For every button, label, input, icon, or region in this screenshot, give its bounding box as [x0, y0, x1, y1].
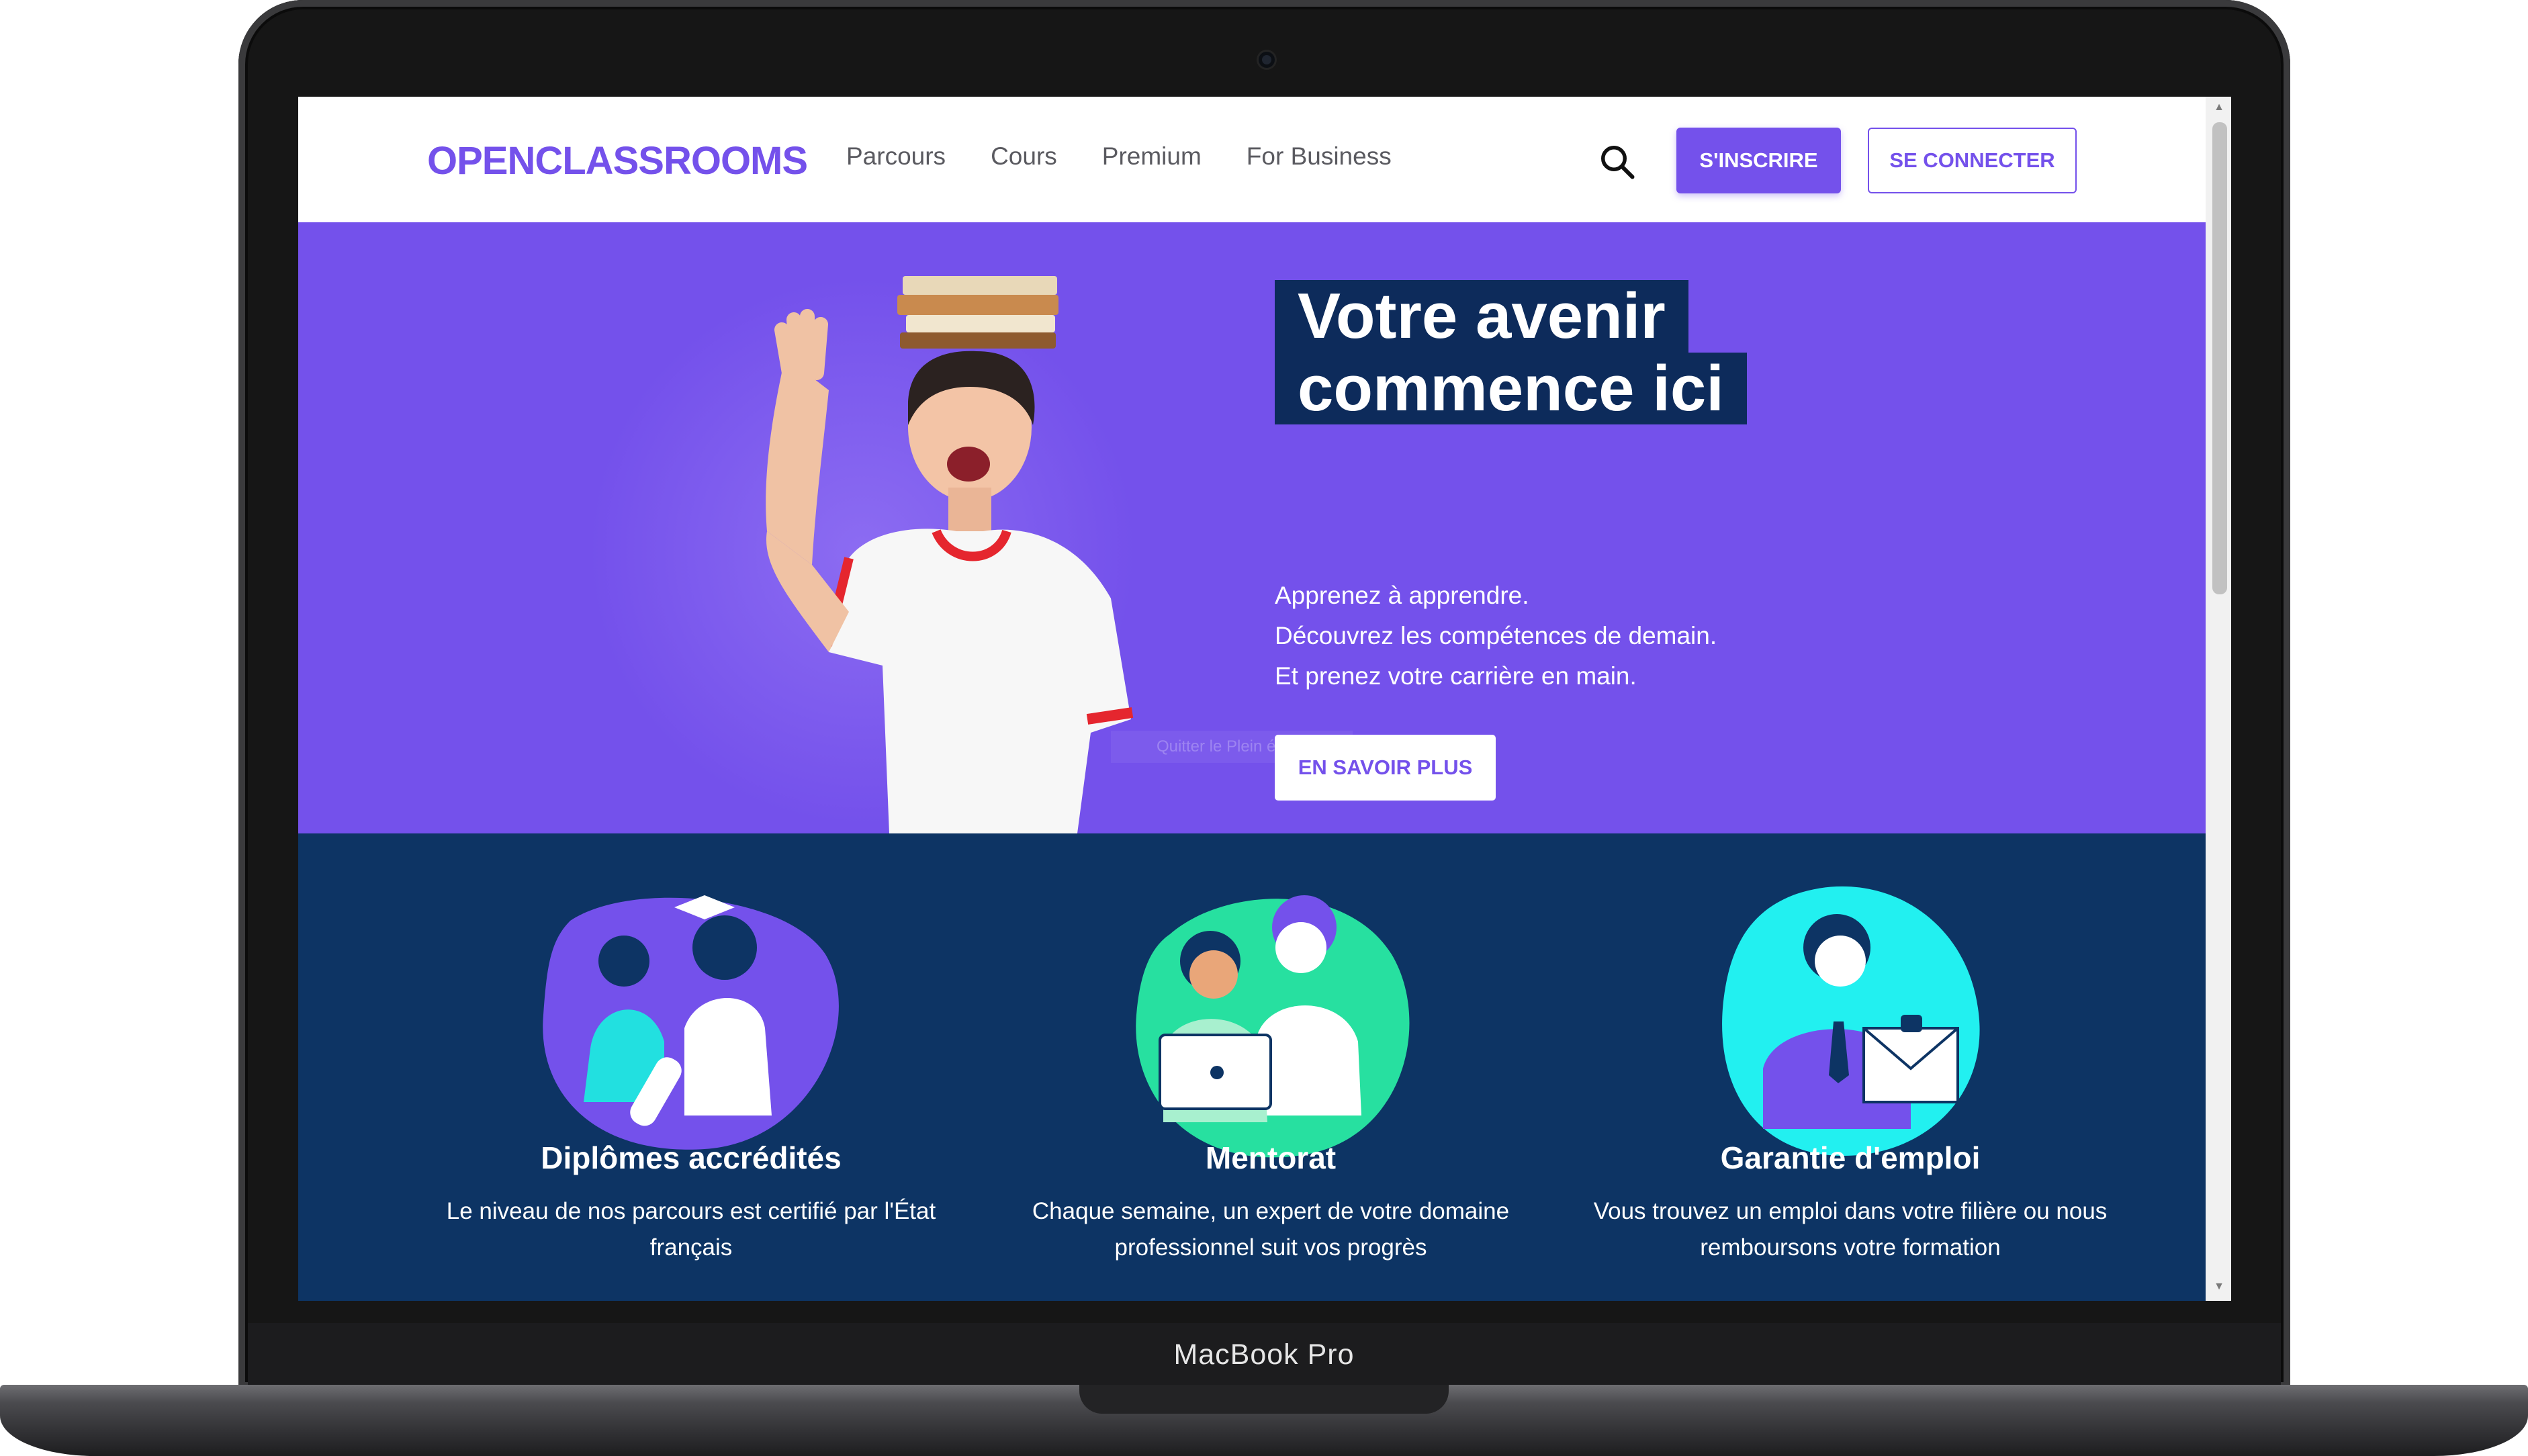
nav-links: Parcours Cours Premium For Business — [846, 142, 1392, 171]
feature-title: Mentorat — [1205, 1140, 1337, 1175]
feature-desc: Vous trouvez un emploi dans votre filièr… — [1593, 1198, 2108, 1261]
search-icon[interactable] — [1597, 142, 1637, 182]
feature-desc: Le niveau de nos parcours est certifié p… — [446, 1198, 936, 1261]
browser-screen: OPENCLASSROOMS Parcours Cours Premium Fo… — [298, 97, 2231, 1301]
scrollbar-thumb[interactable] — [2212, 122, 2227, 594]
hero-subtitle-line-1: Apprenez à apprendre. — [1275, 582, 1529, 609]
hero-title-line-2: commence ici — [1275, 352, 1747, 425]
feature-title: Garantie d'emploi — [1720, 1140, 1981, 1175]
nav-link-parcours[interactable]: Parcours — [846, 142, 946, 171]
nav-link-premium[interactable]: Premium — [1102, 142, 1202, 171]
nav-link-cours[interactable]: Cours — [991, 142, 1057, 171]
scroll-down-icon[interactable]: ▼ — [2212, 1280, 2226, 1293]
learn-more-button[interactable]: EN SAVOIR PLUS — [1275, 735, 1496, 801]
scroll-up-icon[interactable]: ▲ — [2212, 101, 2226, 114]
feature-desc: Chaque semaine, un expert de votre domai… — [1032, 1198, 1510, 1261]
register-button[interactable]: S'INSCRIRE — [1676, 128, 1841, 193]
job-guarantee-illustration-icon — [1722, 886, 1980, 1156]
site-logo[interactable]: OPENCLASSROOMS — [427, 138, 808, 183]
mentorship-illustration-icon — [1136, 895, 1410, 1158]
nav-link-business[interactable]: For Business — [1247, 142, 1392, 171]
hero-subtitle-line-3: Et prenez votre carrière en main. — [1275, 662, 1637, 690]
camera-icon — [1259, 52, 1275, 68]
site-navbar: OPENCLASSROOMS Parcours Cours Premium Fo… — [298, 97, 2206, 222]
graduation-illustration-icon — [543, 895, 839, 1150]
hero-subtitle-line-2: Découvrez les compétences de demain. — [1275, 622, 1717, 649]
device-label: MacBook Pro — [1173, 1338, 1355, 1371]
hero-section: Votre avenir commence ici Apprenez à app… — [298, 222, 2206, 833]
hero-title-line-1: Votre avenir — [1275, 280, 1688, 353]
hero-subtitle: Apprenez à apprendre. Découvrez les comp… — [1275, 576, 1717, 696]
login-button[interactable]: SE CONNECTER — [1868, 128, 2077, 193]
laptop-base-notch — [1079, 1385, 1449, 1414]
hero-title: Votre avenir commence ici — [1275, 280, 1747, 425]
features-section: Diplômes accrédités Le niveau de nos par… — [298, 833, 2206, 1301]
feature-title: Diplômes accrédités — [541, 1140, 842, 1175]
